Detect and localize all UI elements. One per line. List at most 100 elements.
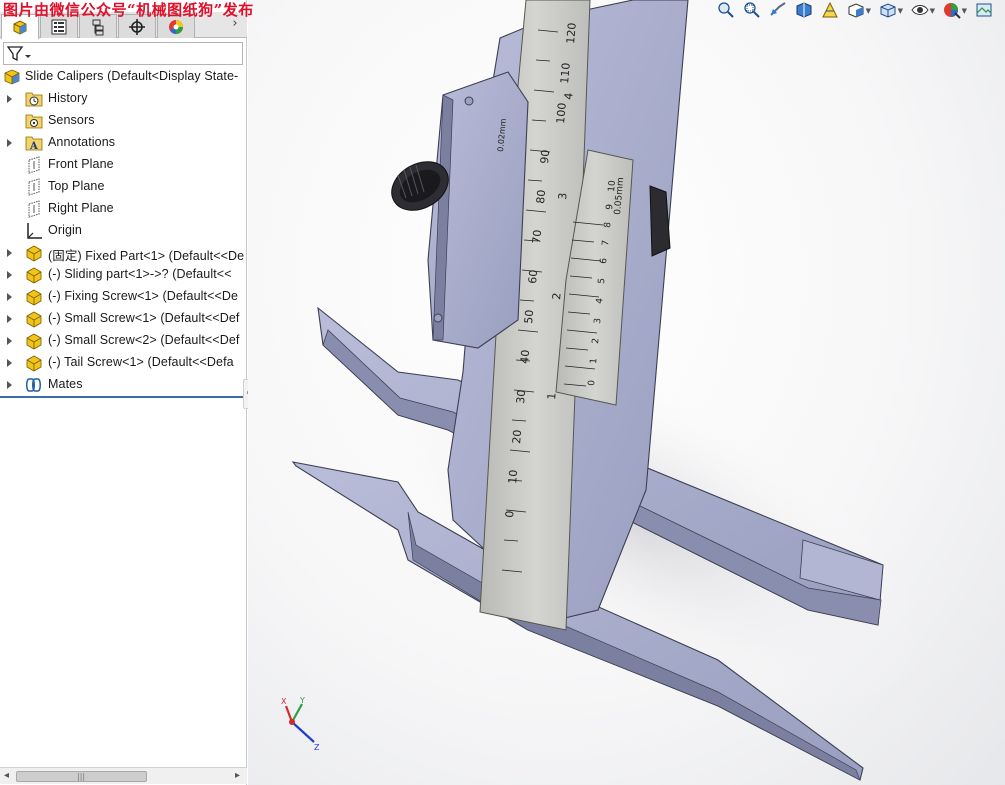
hide-show-button[interactable]: ▼ <box>909 0 935 20</box>
assembly-icon <box>4 69 20 85</box>
expand-arrow-icon[interactable] <box>6 314 13 324</box>
vernier-label: 1 <box>589 358 599 365</box>
origin-icon <box>27 223 42 239</box>
expand-arrow-icon[interactable] <box>6 380 13 390</box>
vernier-label: 3 <box>593 318 603 325</box>
tree-divider <box>0 396 244 398</box>
graphics-viewport[interactable]: 0 10 20 30 40 50 60 70 80 90 100 110 120… <box>248 0 1005 785</box>
slider-screw-2 <box>433 313 443 323</box>
tree-item-label: (-) Small Screw<2> (Default<<Def <box>48 333 240 347</box>
scrollbar-grip: ||| <box>77 772 86 781</box>
expand-arrow-icon[interactable] <box>6 336 13 346</box>
view-orientation-icon <box>848 3 864 18</box>
horizontal-scrollbar[interactable]: ◂ ||| ▸ <box>0 767 247 784</box>
edit-appearance-button[interactable]: ▼ <box>941 0 967 20</box>
part-icon <box>26 333 42 350</box>
tree-item-small-screw-2[interactable]: (-) Small Screw<2> (Default<<Def <box>0 330 247 352</box>
vernier-label: 6 <box>599 257 609 264</box>
edit-appearance-icon <box>944 3 961 19</box>
dropdown-arrow-icon[interactable]: ▼ <box>962 7 967 15</box>
expand-arrow-icon[interactable] <box>6 94 13 104</box>
tree-item-history[interactable]: History <box>0 88 247 110</box>
section-view-icon <box>796 2 812 18</box>
scale-label: 90 <box>538 149 552 164</box>
expand-arrow-icon[interactable] <box>6 292 13 302</box>
scale-label: 40 <box>518 349 532 364</box>
display-style-button[interactable]: ▼ <box>877 0 903 20</box>
tree-item-label: (固定) Fixed Part<1> (Default<<De <box>48 249 245 263</box>
dropdown-arrow-icon[interactable]: ▼ <box>898 7 903 15</box>
tree-item-fixing-screw[interactable]: (-) Fixing Screw<1> (Default<<De <box>0 286 247 308</box>
scale-inner-label: 1 <box>545 392 559 400</box>
tree-root-assembly[interactable]: Slide Calipers (Default<Display State- <box>0 66 247 88</box>
tree-item-label: (-) Small Screw<1> (Default<<Def <box>48 311 240 325</box>
zoom-to-area-icon <box>744 2 760 18</box>
tree-item-sensors[interactable]: Sensors <box>0 110 247 132</box>
mates-icon <box>26 378 41 392</box>
vernier-label: 7 <box>601 240 611 247</box>
tree-item-sliding-part[interactable]: (-) Sliding part<1>->? (Default<< <box>0 264 247 286</box>
tree-item-mates[interactable]: Mates <box>0 374 247 396</box>
hide-show-icon <box>911 5 929 15</box>
tree-item-tail-screw[interactable]: (-) Tail Screw<1> (Default<<Defa <box>0 352 247 374</box>
display-style-icon <box>880 3 896 18</box>
scrollbar-thumb[interactable]: ||| <box>16 771 147 782</box>
tree-item-label: (-) Sliding part<1>->? (Default<< <box>48 267 232 281</box>
dynamic-annotation-button[interactable] <box>819 0 841 20</box>
tree-item-small-screw-1[interactable]: (-) Small Screw<1> (Default<<Def <box>0 308 247 330</box>
apply-scene-button[interactable] <box>973 0 995 20</box>
tree-item-origin[interactable]: Origin <box>0 220 247 242</box>
part-icon <box>26 289 42 306</box>
slider-screw-1 <box>464 96 474 106</box>
sensor-icon <box>25 114 43 129</box>
zoom-to-fit-button[interactable] <box>715 0 737 20</box>
tree-item-right-plane[interactable]: Right Plane <box>0 198 247 220</box>
vernier-label: 5 <box>597 278 607 285</box>
scroll-right-arrow-icon[interactable]: ▸ <box>235 770 240 781</box>
dynamic-annotation-icon <box>822 1 838 18</box>
scale-label: 50 <box>522 309 536 324</box>
orientation-triad: Y Z X <box>281 696 320 752</box>
watermark-text: 图片由微信公众号“机械图纸狗”发布 <box>3 1 254 19</box>
filter-icon <box>7 46 31 62</box>
scale-label: 60 <box>526 269 540 284</box>
feature-manager-panel: › Slide Calipers (Default<Display State-… <box>0 0 255 785</box>
tree-item-fixed-part[interactable]: (固定) Fixed Part<1> (Default<<De <box>0 242 247 264</box>
tree-item-label: (-) Tail Screw<1> (Default<<Defa <box>48 355 234 369</box>
dropdown-arrow-icon[interactable]: ▼ <box>930 7 935 15</box>
vernier-label: 0 <box>587 379 597 386</box>
vernier-label: 8 <box>603 221 613 228</box>
scale-inner-label: 3 <box>556 192 570 200</box>
tree-item-label: Sensors <box>48 113 95 127</box>
vernier-label: 4 <box>595 297 605 304</box>
vernier-label: 2 <box>591 338 601 345</box>
expand-arrow-icon[interactable] <box>6 138 13 148</box>
caliper-model[interactable]: 0 10 20 30 40 50 60 70 80 90 100 110 120… <box>248 0 1005 785</box>
view-orientation-button[interactable]: ▼ <box>845 0 871 20</box>
scale-label: 70 <box>530 229 544 244</box>
expand-arrow-icon[interactable] <box>6 248 13 258</box>
dropdown-arrow-icon[interactable]: ▼ <box>866 7 871 15</box>
part-icon <box>26 311 42 328</box>
history-icon <box>25 92 43 107</box>
expand-arrow-icon[interactable] <box>6 270 13 280</box>
scale-label: 10 <box>506 469 520 484</box>
triad-y-label: Y <box>299 696 305 705</box>
expand-arrow-icon[interactable] <box>6 358 13 368</box>
tree-item-label: Annotations <box>48 135 116 149</box>
scroll-left-arrow-icon[interactable]: ◂ <box>4 770 9 781</box>
tree-item-annotations[interactable]: A Annotations <box>0 132 247 154</box>
section-view-button[interactable] <box>793 0 815 20</box>
tree-filter-input[interactable] <box>3 42 243 65</box>
previous-view-icon <box>770 2 786 16</box>
appearance-icon <box>169 19 183 34</box>
zoom-to-area-button[interactable] <box>741 0 763 20</box>
plane-icon <box>28 178 40 196</box>
previous-view-button[interactable] <box>767 0 789 20</box>
feature-tree-icon <box>13 20 27 35</box>
triad-origin <box>289 719 295 725</box>
tree-item-label: Right Plane <box>48 201 114 215</box>
tree-item-front-plane[interactable]: Front Plane <box>0 154 247 176</box>
tree-item-top-plane[interactable]: Top Plane <box>0 176 247 198</box>
scale-label: 30 <box>514 389 528 404</box>
